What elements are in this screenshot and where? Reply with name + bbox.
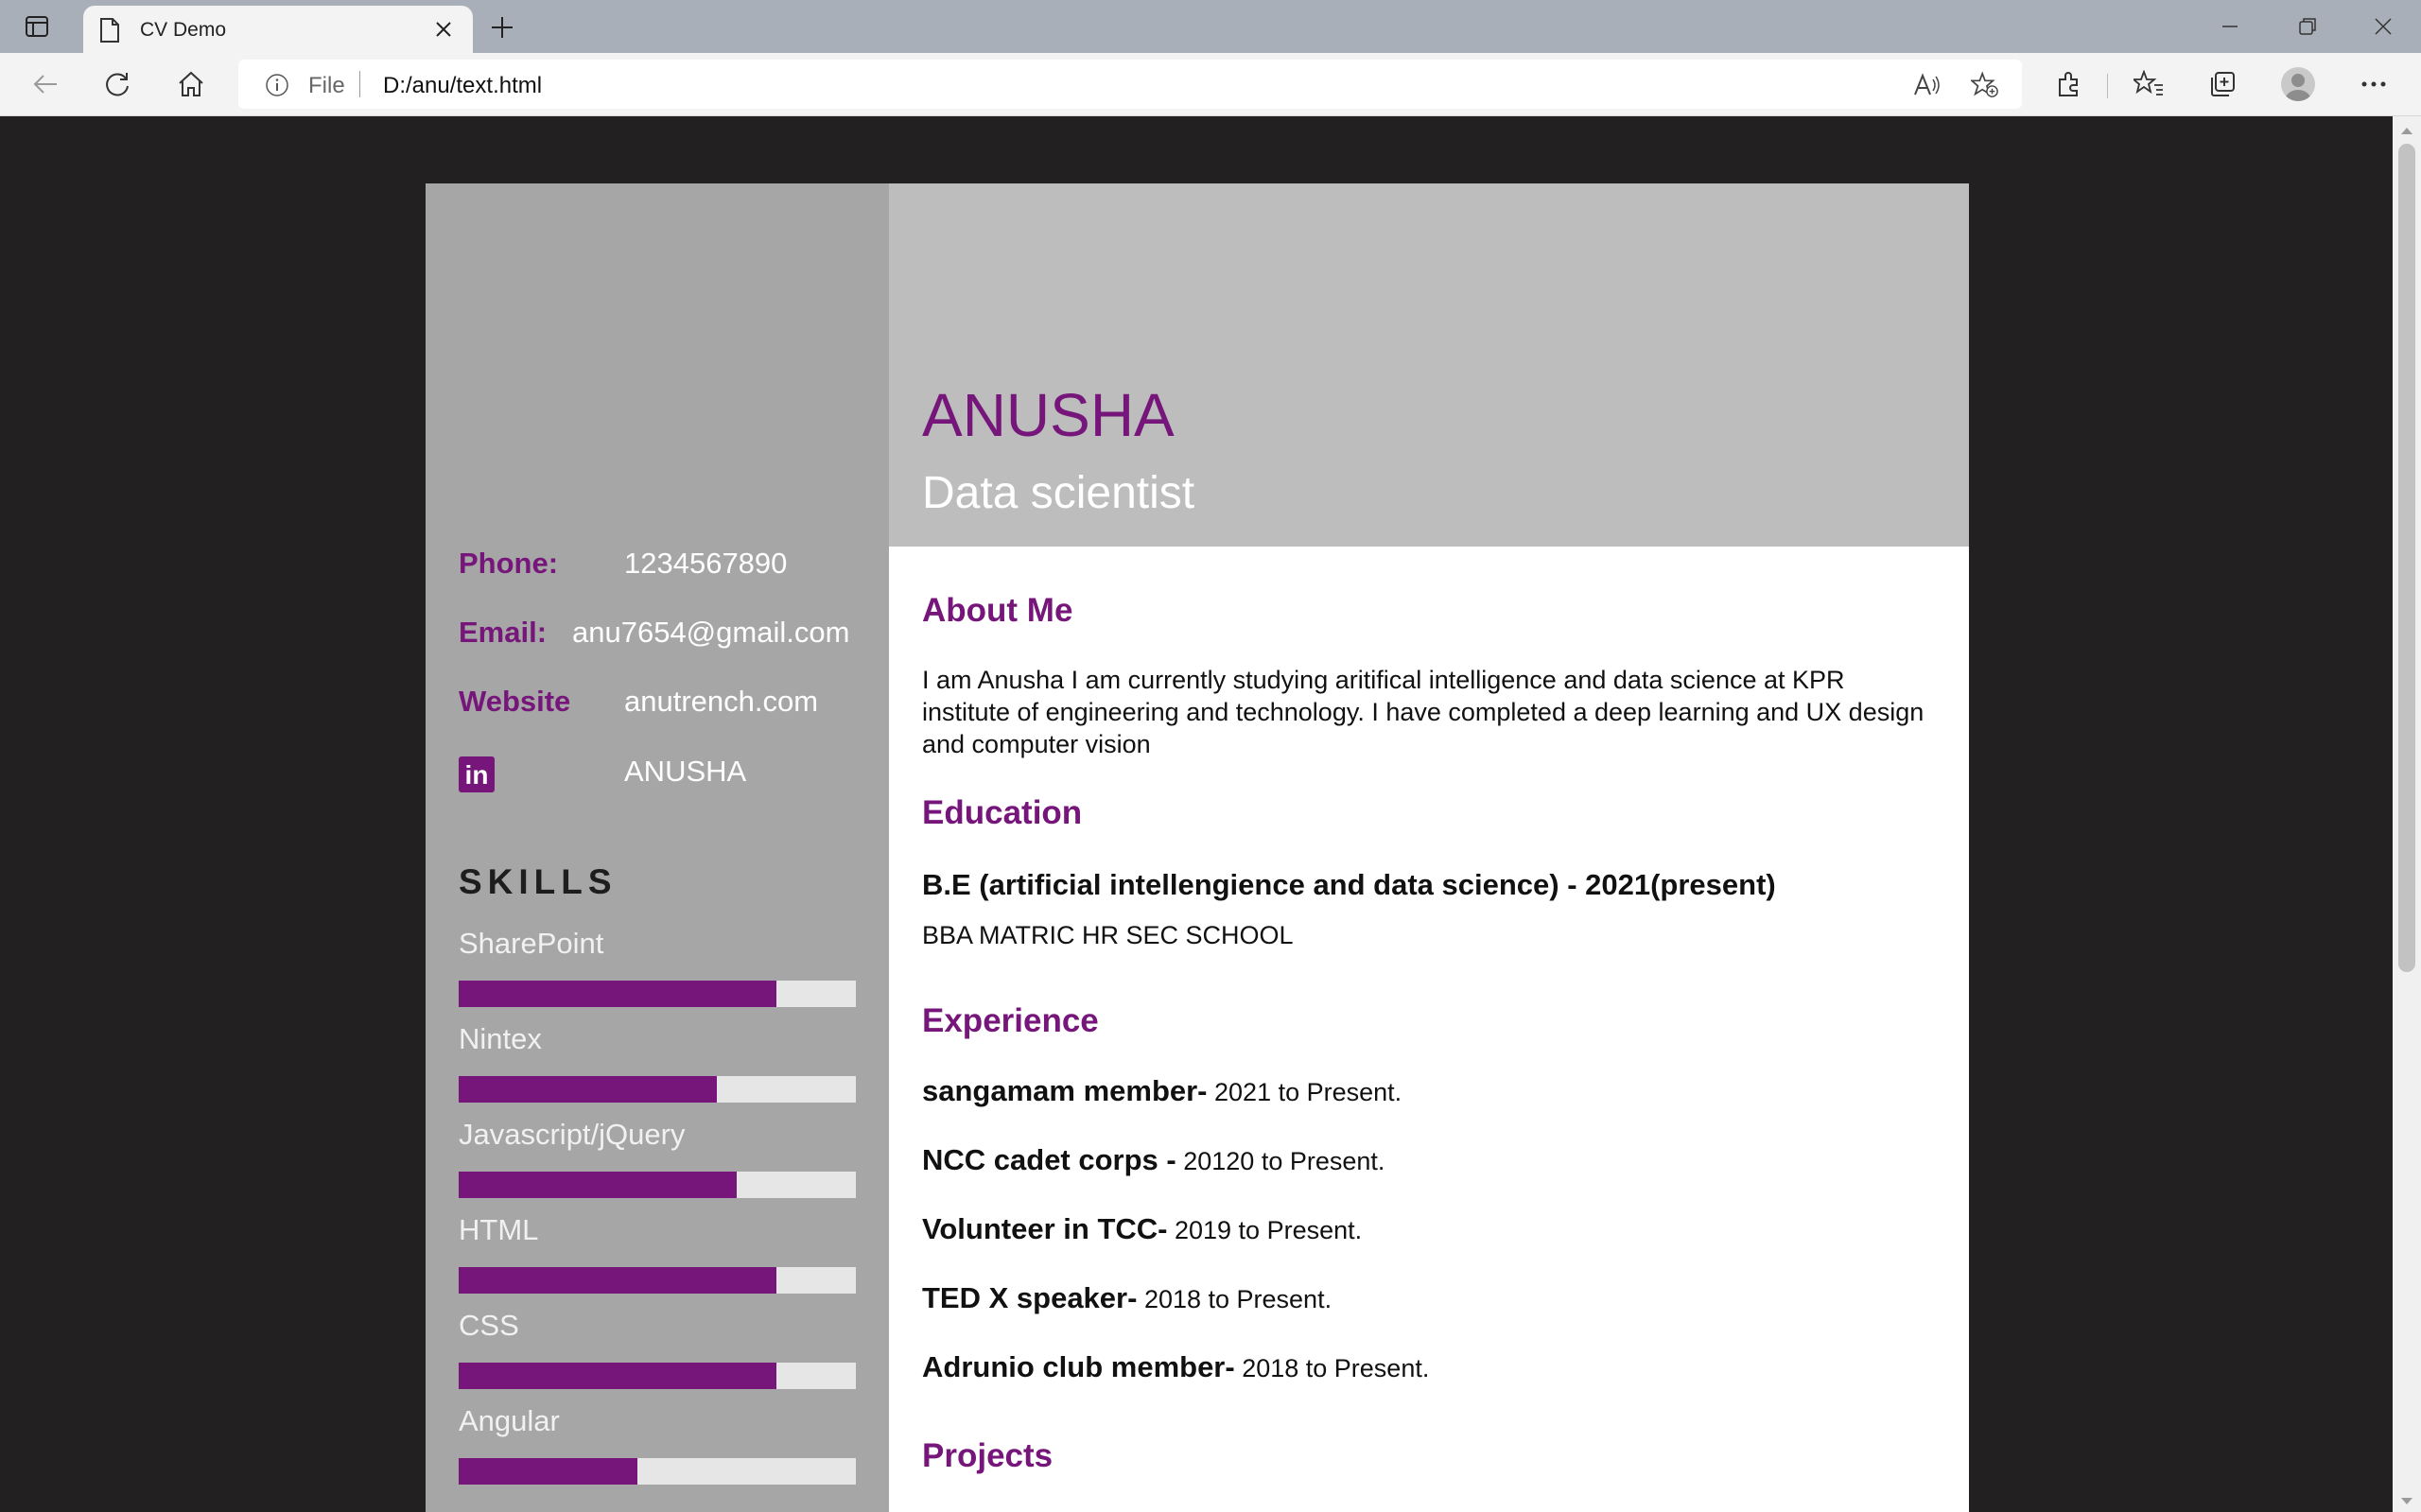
skill-fill: [459, 981, 776, 1007]
skill-name: Javascript/jQuery: [459, 1118, 686, 1151]
skill-fill: [459, 1172, 737, 1198]
experience-period: 2021 to Present.: [1207, 1078, 1402, 1106]
projects-heading: Projects: [922, 1437, 1054, 1474]
skills-heading: SKILLS: [459, 862, 618, 901]
experience-period: 20120 to Present.: [1176, 1147, 1385, 1175]
skill-name: HTML: [459, 1213, 539, 1246]
experience-role: TED X speaker-: [922, 1281, 1138, 1314]
address-separator: [359, 71, 360, 97]
cv-name: ANUSHA: [922, 381, 1175, 449]
experience-role: NCC cadet corps -: [922, 1143, 1176, 1176]
scroll-up-arrow-icon[interactable]: [2400, 123, 2413, 140]
tab-actions-icon[interactable]: [23, 13, 51, 40]
read-aloud-icon[interactable]: [1912, 71, 1941, 99]
restore-icon[interactable]: [2289, 9, 2326, 43]
cv-role: Data scientist: [922, 468, 1195, 518]
home-icon[interactable]: [172, 65, 210, 103]
skill-fill: [459, 1363, 776, 1389]
about-text: I am Anusha I am currently studying arit…: [922, 666, 1925, 758]
skill-fill: [459, 1267, 776, 1294]
experience-role: sangamam member-: [922, 1074, 1208, 1107]
phone-label: Phone:: [459, 547, 559, 580]
scroll-down-arrow-icon[interactable]: [2400, 1494, 2413, 1511]
refresh-icon[interactable]: [98, 65, 136, 103]
about-heading: About Me: [922, 592, 1073, 629]
skill-name: Angular: [459, 1404, 560, 1437]
cv-page: Phone: 1234567890 Email: anu7654@gmail.c…: [426, 183, 1969, 1512]
website-value[interactable]: anutrench.com: [624, 685, 818, 719]
email-value[interactable]: anu7654@gmail.com: [572, 616, 849, 650]
skill-fill: [459, 1458, 637, 1485]
browser-toolbar: File D:/anu/text.html: [0, 53, 2421, 116]
skill-bar: [459, 1267, 856, 1294]
favorites-icon[interactable]: [2130, 65, 2168, 103]
more-icon[interactable]: [2355, 65, 2393, 103]
extensions-icon[interactable]: [2050, 65, 2088, 103]
phone-value: 1234567890: [624, 547, 788, 580]
skill-bar: [459, 1172, 856, 1198]
education-heading: Education: [922, 794, 1083, 831]
address-url[interactable]: D:/anu/text.html: [383, 73, 542, 99]
experience-item: TED X speaker- 2018 to Present.: [922, 1281, 1332, 1315]
tab-strip: CV Demo: [0, 0, 2421, 53]
experience-period: 2019 to Present.: [1167, 1216, 1363, 1244]
experience-heading: Experience: [922, 1002, 1099, 1039]
page-icon: [98, 17, 121, 48]
skill-name: CSS: [459, 1309, 519, 1342]
education-school: BBA MATRIC HR SEC SCHOOL: [922, 921, 1294, 949]
skill-name: Nintex: [459, 1022, 542, 1055]
plus-icon[interactable]: [486, 11, 518, 43]
experience-item: sangamam member- 2021 to Present.: [922, 1074, 1402, 1108]
experience-role: Volunteer in TCC-: [922, 1212, 1168, 1245]
cv-header: ANUSHA Data scientist: [889, 183, 1969, 547]
skill-bar: [459, 981, 856, 1007]
skill-fill: [459, 1076, 717, 1103]
experience-item: Volunteer in TCC- 2019 to Present.: [922, 1212, 1362, 1246]
add-favorite-icon[interactable]: [1971, 71, 1999, 99]
profile-icon[interactable]: [2281, 67, 2315, 101]
window-close-icon[interactable]: [2364, 9, 2402, 43]
sidebar: Phone: 1234567890 Email: anu7654@gmail.c…: [426, 183, 889, 1512]
skill-name: SharePoint: [459, 927, 604, 960]
address-bar[interactable]: File D:/anu/text.html: [238, 60, 2022, 109]
linkedin-icon[interactable]: in: [459, 756, 495, 792]
experience-role: Adrunio club member-: [922, 1350, 1235, 1383]
back-icon[interactable]: [26, 65, 64, 103]
skill-bar: [459, 1076, 856, 1103]
scrollbar-thumb[interactable]: [2398, 144, 2415, 972]
collections-icon[interactable]: [2203, 65, 2241, 103]
skill-bar: [459, 1363, 856, 1389]
toolbar-divider: [2107, 74, 2108, 98]
tab-cv-demo[interactable]: CV Demo: [83, 6, 473, 53]
skill-bar: [459, 1458, 856, 1485]
experience-period: 2018 to Present.: [1234, 1354, 1430, 1382]
address-scheme: File: [308, 73, 345, 98]
education-degree: B.E (artificial intellengience and data …: [922, 868, 1776, 901]
experience-item: NCC cadet corps - 20120 to Present.: [922, 1143, 1385, 1177]
website-label: Website: [459, 685, 571, 718]
email-label: Email:: [459, 616, 548, 649]
experience-item: Adrunio club member- 2018 to Present.: [922, 1350, 1429, 1384]
minimize-icon[interactable]: [2211, 9, 2249, 43]
linkedin-value[interactable]: ANUSHA: [624, 755, 746, 789]
tab-title: CV Demo: [140, 19, 227, 41]
close-icon[interactable]: [429, 15, 458, 43]
info-icon[interactable]: [265, 73, 289, 102]
cv-main: About Me I am Anusha I am currently stud…: [889, 547, 1969, 1512]
experience-period: 2018 to Present.: [1137, 1285, 1332, 1313]
